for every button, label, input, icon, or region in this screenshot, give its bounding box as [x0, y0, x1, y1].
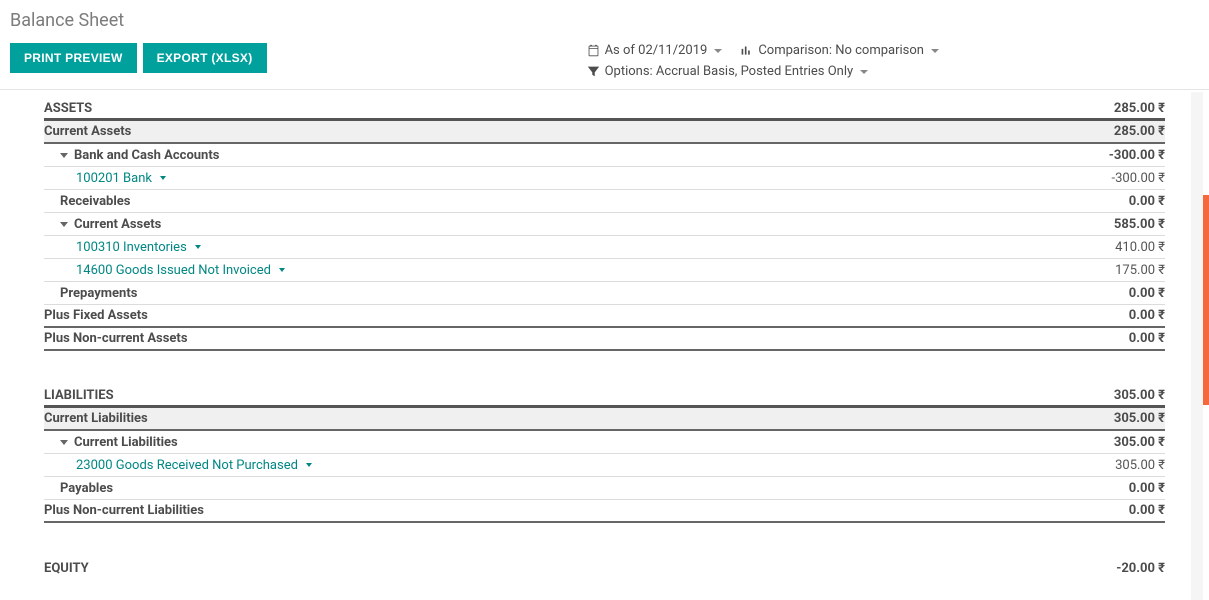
value: 305.00 ₹: [1114, 435, 1165, 450]
value: 0.00 ₹: [1129, 481, 1165, 496]
label: 23000 Goods Received Not Purchased: [76, 458, 298, 473]
row-goods-received[interactable]: 23000 Goods Received Not Purchased 305.0…: [44, 454, 1165, 477]
chevron-down-icon: [860, 70, 868, 74]
caret-down-icon: [306, 463, 312, 467]
balance-sheet-report: ASSETS 285.00 ₹ Current Assets 285.00 ₹ …: [0, 90, 1209, 600]
value: 585.00 ₹: [1114, 217, 1165, 232]
export-xlsx-button[interactable]: EXPORT (XLSX): [143, 43, 267, 73]
caret-down-icon: [160, 176, 166, 180]
label: 14600 Goods Issued Not Invoiced: [76, 263, 271, 278]
row-current-liab-sub[interactable]: Current Liabilities 305.00 ₹: [44, 431, 1165, 454]
bar-chart-icon: [740, 44, 753, 57]
calendar-icon: [587, 44, 600, 57]
label: Receivables: [44, 194, 130, 209]
caret-down-icon: [60, 153, 68, 158]
assets-value: 285.00 ₹: [1114, 101, 1165, 116]
row-inventories[interactable]: 100310 Inventories 410.00 ₹: [44, 236, 1165, 259]
button-group: PRINT PREVIEW EXPORT (XLSX): [10, 43, 267, 73]
side-accent: [1203, 195, 1209, 405]
label: Prepayments: [44, 286, 137, 301]
label: 100201 Bank: [76, 171, 152, 186]
row-fixed-assets[interactable]: Plus Fixed Assets 0.00 ₹: [44, 305, 1165, 328]
label: Current Assets: [74, 217, 161, 232]
scrollbar-track[interactable]: [1191, 92, 1203, 600]
filter-options-label: Options: Accrual Basis, Posted Entries O…: [605, 64, 854, 79]
print-preview-button[interactable]: PRINT PREVIEW: [10, 43, 137, 73]
row-receivables[interactable]: Receivables 0.00 ₹: [44, 190, 1165, 213]
row-bank-cash[interactable]: Bank and Cash Accounts -300.00 ₹: [44, 144, 1165, 167]
filter-icon: [587, 65, 600, 78]
label: Current Assets: [44, 124, 131, 139]
value: 0.00 ₹: [1129, 503, 1165, 518]
filter-options[interactable]: Options: Accrual Basis, Posted Entries O…: [587, 64, 869, 79]
caret-down-icon: [279, 268, 285, 272]
row-goods-issued[interactable]: 14600 Goods Issued Not Invoiced 175.00 ₹: [44, 259, 1165, 282]
section-equity-header[interactable]: EQUITY -20.00 ₹: [44, 557, 1165, 580]
row-current-assets-hdr[interactable]: Current Assets 285.00 ₹: [44, 121, 1165, 144]
caret-down-icon: [60, 440, 68, 445]
value: 0.00 ₹: [1129, 308, 1165, 323]
assets-title: ASSETS: [44, 101, 92, 116]
chevron-down-icon: [931, 49, 939, 53]
label: Current Liabilities: [74, 435, 178, 450]
value: 0.00 ₹: [1129, 331, 1165, 346]
value: 305.00 ₹: [1115, 458, 1165, 473]
row-noncurrent-liab[interactable]: Plus Non-current Liabilities 0.00 ₹: [44, 500, 1165, 523]
value: 0.00 ₹: [1129, 194, 1165, 209]
chevron-down-icon: [714, 49, 722, 53]
control-panel: Balance Sheet PRINT PREVIEW EXPORT (XLSX…: [0, 0, 1209, 90]
label: Current Liabilities: [44, 411, 148, 426]
filters-panel: As of 02/11/2019 Comparison: No comparis…: [587, 43, 939, 79]
value: 175.00 ₹: [1115, 263, 1165, 278]
row-current-liab-hdr[interactable]: Current Liabilities 305.00 ₹: [44, 408, 1165, 431]
label: Plus Non-current Assets: [44, 331, 188, 346]
value: 0.00 ₹: [1129, 286, 1165, 301]
value: 305.00 ₹: [1114, 411, 1165, 426]
page-title: Balance Sheet: [10, 10, 1199, 31]
section-assets-header[interactable]: ASSETS 285.00 ₹: [44, 98, 1165, 121]
filter-comparison[interactable]: Comparison: No comparison: [740, 43, 939, 58]
filter-date-label: As of 02/11/2019: [605, 43, 708, 58]
row-prepayments[interactable]: Prepayments 0.00 ₹: [44, 282, 1165, 305]
caret-down-icon: [60, 222, 68, 227]
value: 285.00 ₹: [1114, 124, 1165, 139]
row-payables[interactable]: Payables 0.00 ₹: [44, 477, 1165, 500]
label: 100310 Inventories: [76, 240, 187, 255]
value: 410.00 ₹: [1115, 240, 1165, 255]
label: Plus Non-current Liabilities: [44, 503, 204, 518]
row-noncurrent-assets[interactable]: Plus Non-current Assets 0.00 ₹: [44, 328, 1165, 351]
value: -300.00 ₹: [1109, 148, 1165, 163]
caret-down-icon: [195, 245, 201, 249]
equity-title: EQUITY: [44, 561, 89, 576]
equity-value: -20.00 ₹: [1116, 561, 1165, 576]
label: Payables: [44, 481, 113, 496]
label: Bank and Cash Accounts: [74, 148, 219, 163]
label: Plus Fixed Assets: [44, 308, 148, 323]
filter-comparison-label: Comparison: No comparison: [758, 43, 924, 58]
filter-date[interactable]: As of 02/11/2019: [587, 43, 723, 58]
liabilities-title: LIABILITIES: [44, 388, 114, 403]
liabilities-value: 305.00 ₹: [1114, 388, 1165, 403]
row-bank-account[interactable]: 100201 Bank -300.00 ₹: [44, 167, 1165, 190]
row-current-assets-sub[interactable]: Current Assets 585.00 ₹: [44, 213, 1165, 236]
section-liabilities-header[interactable]: LIABILITIES 305.00 ₹: [44, 385, 1165, 408]
value: -300.00 ₹: [1112, 171, 1166, 186]
